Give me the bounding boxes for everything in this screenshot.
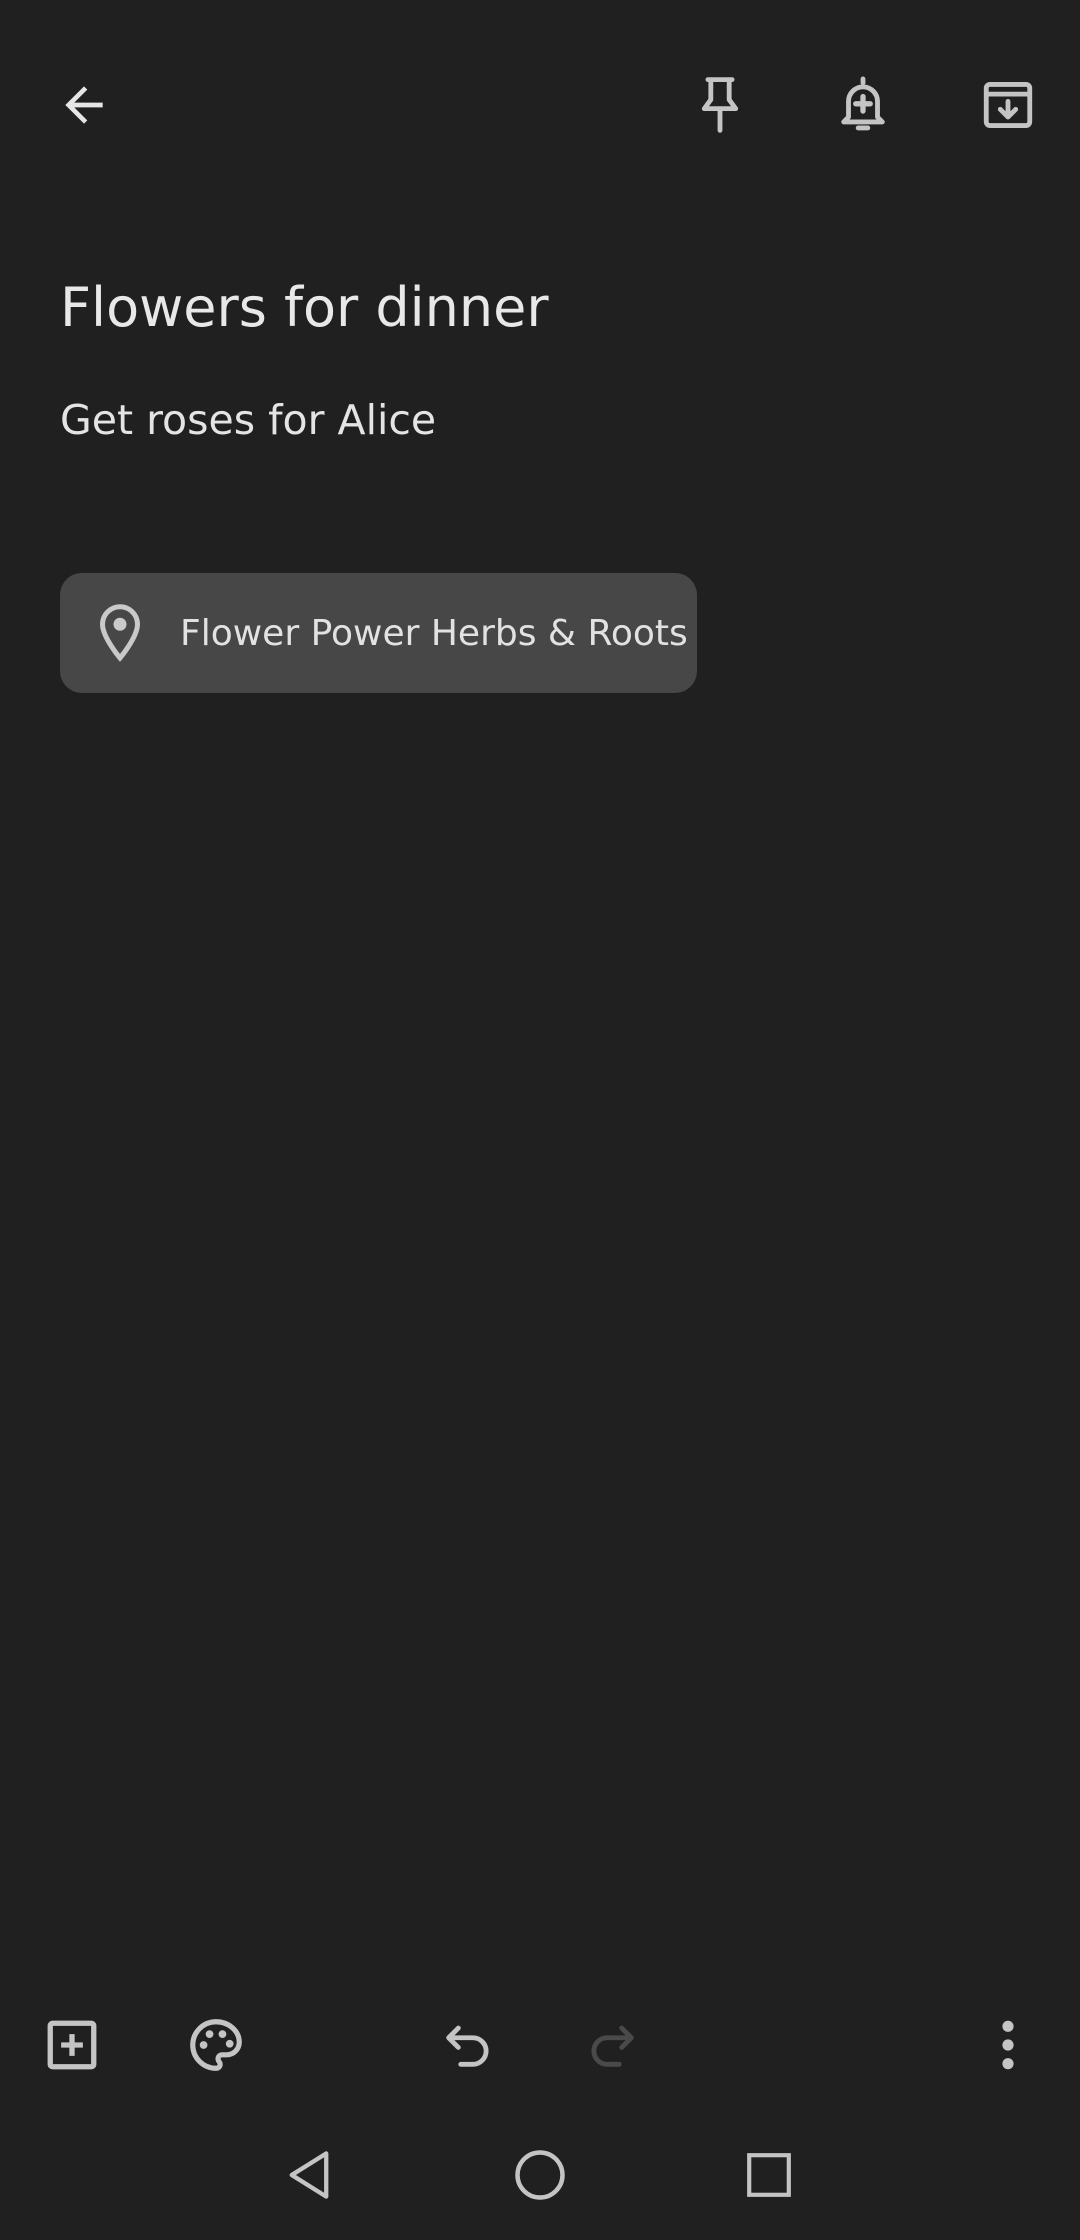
undo-button[interactable] <box>413 1990 523 2100</box>
pin-button[interactable] <box>665 50 775 160</box>
archive-button[interactable] <box>953 50 1063 160</box>
system-recents-button[interactable] <box>714 2120 824 2230</box>
nav-back-icon <box>283 2147 335 2203</box>
back-button[interactable] <box>29 50 139 160</box>
system-navigation-bar <box>0 2110 1080 2240</box>
system-home-button[interactable] <box>485 2120 595 2230</box>
palette-icon <box>185 2014 247 2076</box>
location-pin-icon <box>90 603 150 663</box>
reminder-button[interactable] <box>808 50 918 160</box>
archive-icon <box>979 76 1037 134</box>
more-vert-icon <box>998 2017 1018 2073</box>
pin-icon <box>691 73 749 137</box>
note-body[interactable]: Get roses for Alice <box>60 392 436 448</box>
arrow-back-icon <box>56 77 112 133</box>
palette-button[interactable] <box>161 1990 271 2100</box>
note-title[interactable]: Flowers for dinner <box>60 272 549 344</box>
location-chip[interactable]: Flower Power Herbs & Roots <box>60 573 697 693</box>
add-box-icon <box>43 2016 101 2074</box>
add-reminder-icon <box>834 73 892 137</box>
redo-button[interactable] <box>557 1990 667 2100</box>
nav-recents-icon <box>744 2150 794 2200</box>
system-back-button[interactable] <box>254 2120 364 2230</box>
undo-icon <box>439 2016 497 2074</box>
more-options-button[interactable] <box>953 1990 1063 2100</box>
add-button[interactable] <box>17 1990 127 2100</box>
nav-home-icon <box>513 2148 567 2202</box>
location-label: Flower Power Herbs & Roots <box>180 612 688 654</box>
redo-icon <box>583 2016 641 2074</box>
